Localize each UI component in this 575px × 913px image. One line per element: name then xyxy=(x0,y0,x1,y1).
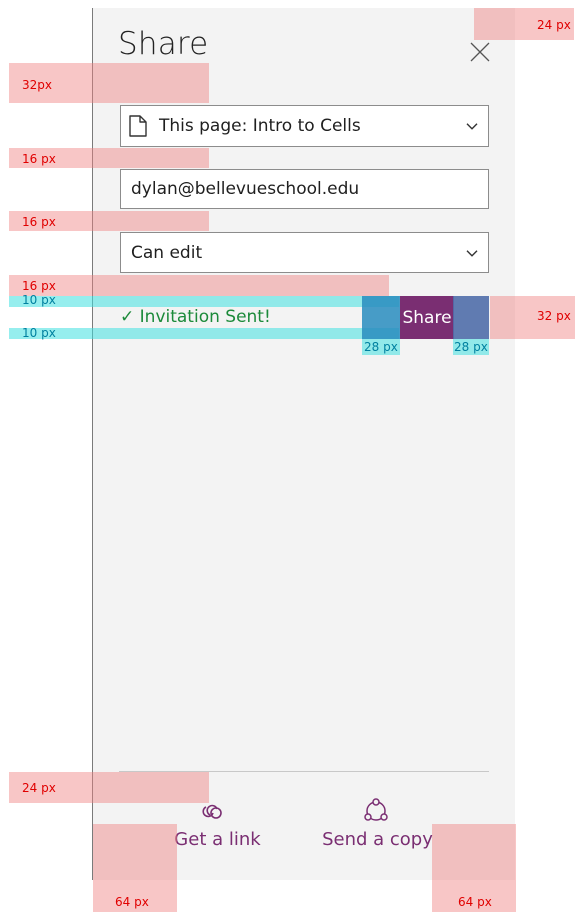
redline-label: 10 px xyxy=(22,326,56,340)
page-icon xyxy=(129,115,147,137)
invitation-status-text: Invitation Sent! xyxy=(139,307,271,327)
panel-left-border xyxy=(92,8,93,880)
location-select[interactable]: This page: Intro to Cells xyxy=(120,105,489,147)
link-icon xyxy=(202,804,222,819)
share-button[interactable]: Share xyxy=(400,296,454,339)
permission-select-value: Can edit xyxy=(131,242,203,263)
checkmark-icon: ✓ xyxy=(120,307,135,327)
redline-label: 28 px xyxy=(364,340,398,354)
redline-label: 16 px xyxy=(22,279,56,293)
close-icon xyxy=(470,42,490,62)
redline-label: 64 px xyxy=(115,895,149,909)
redline-label: 24 px xyxy=(22,781,56,795)
redline-label: 32px xyxy=(22,78,52,92)
send-copy-button[interactable]: Send a copy xyxy=(320,797,435,855)
chevron-down-icon xyxy=(466,123,478,130)
redline-label: 28 px xyxy=(454,340,488,354)
redline-pad-top xyxy=(9,296,399,307)
redline-label: 64 px xyxy=(458,895,492,909)
panel-title: Share xyxy=(118,26,209,62)
redline-gap-3 xyxy=(9,275,389,296)
email-field-value: dylan@bellevueschool.edu xyxy=(131,179,360,199)
redline-label: 16 px xyxy=(22,152,56,166)
redline-label: 16 px xyxy=(22,215,56,229)
redline-label: 32 px xyxy=(537,309,571,323)
close-button[interactable] xyxy=(468,40,492,64)
redline-pad-bottom xyxy=(9,328,399,339)
get-link-button[interactable]: Get a link xyxy=(170,800,265,855)
email-field[interactable]: dylan@bellevueschool.edu xyxy=(120,169,489,209)
share-network-icon xyxy=(364,798,388,821)
send-copy-label: Send a copy xyxy=(322,829,433,850)
permission-select[interactable]: Can edit xyxy=(120,232,489,273)
redline-label: 10 px xyxy=(22,293,56,307)
chevron-down-icon xyxy=(466,249,478,257)
redline-btn-pad-right xyxy=(453,296,489,339)
redline-label: 24 px xyxy=(537,18,571,32)
invitation-status: ✓ Invitation Sent! xyxy=(120,307,271,327)
location-select-value: This page: Intro to Cells xyxy=(159,116,361,136)
redline-btn-pad-left xyxy=(362,296,400,339)
get-link-label: Get a link xyxy=(174,829,261,850)
